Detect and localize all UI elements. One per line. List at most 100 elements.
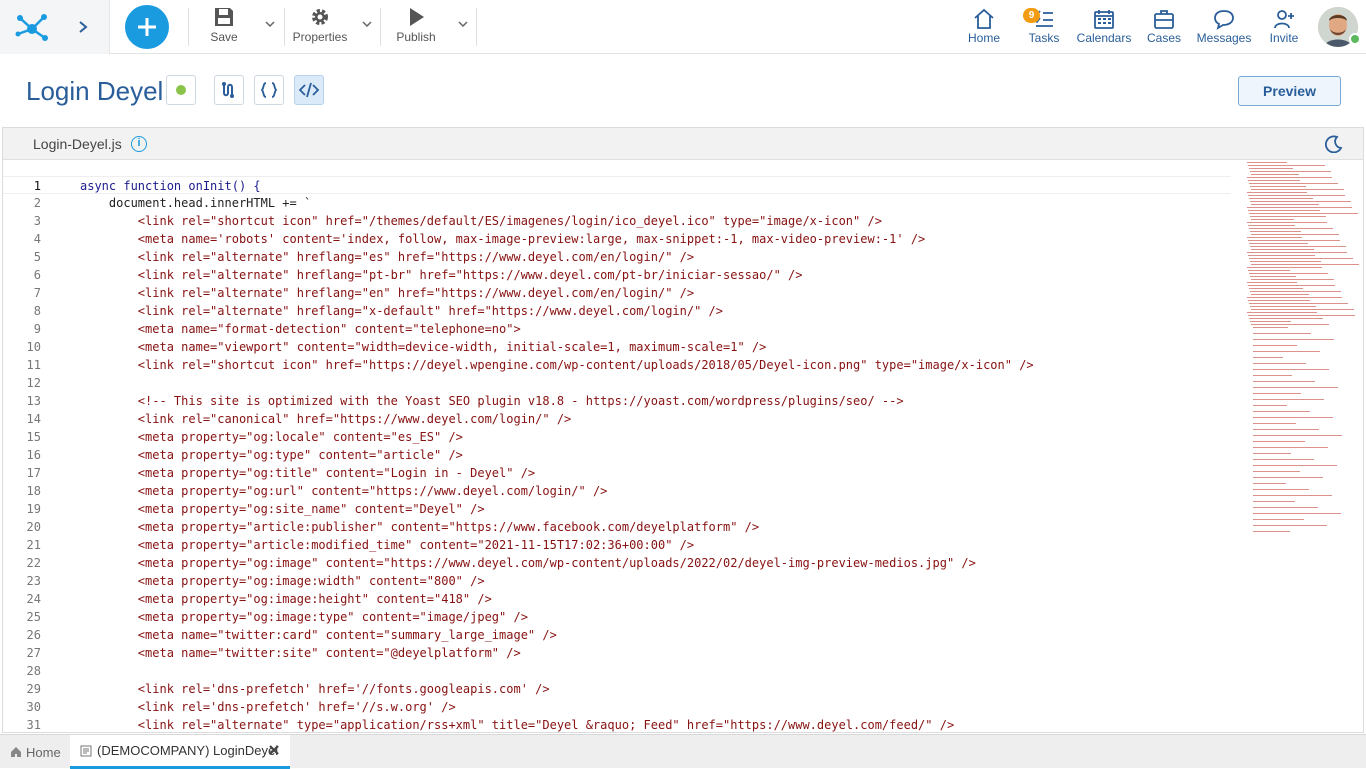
line-number: 17 (26, 466, 41, 480)
minimap-line (1249, 258, 1353, 259)
code-line[interactable]: 5 <link rel="alternate" hreflang="es" hr… (3, 248, 1231, 266)
publish-button[interactable]: Publish (394, 6, 438, 50)
line-text: <link rel="alternate" hreflang="pt-br" h… (80, 268, 803, 282)
home-icon (11, 747, 21, 757)
publish-dropdown-chevron-icon[interactable] (457, 18, 469, 30)
nav-messages[interactable]: Messages (1197, 8, 1251, 48)
nav-invite[interactable]: Invite (1268, 8, 1300, 48)
preview-button[interactable]: Preview (1238, 76, 1341, 106)
flow-view-button[interactable] (214, 75, 244, 105)
code-editor[interactable]: 1 async function onInit() {2 document.hea… (3, 176, 1231, 732)
briefcase-icon (1154, 10, 1174, 29)
code-line[interactable]: 26 <meta name="twitter:card" content="su… (3, 626, 1231, 644)
line-number: 27 (26, 646, 41, 660)
top-bar: Save Properties Publish Home Tasks 9 Cal… (0, 0, 1366, 54)
line-number: 9 (33, 322, 41, 336)
save-dropdown-chevron-icon[interactable] (264, 18, 276, 30)
line-number: 22 (26, 556, 41, 570)
code-line[interactable]: 31 <link rel="alternate" type="applicati… (3, 716, 1231, 732)
json-view-button[interactable] (254, 75, 284, 105)
code-line[interactable]: 14 <link rel="canonical" href="https://w… (3, 410, 1231, 428)
code-line[interactable]: 25 <meta property="og:image:type" conten… (3, 608, 1231, 626)
line-text: document.head.innerHTML += ` (80, 196, 312, 210)
minimap-line (1249, 303, 1348, 304)
code-line[interactable]: 6 <link rel="alternate" hreflang="pt-br"… (3, 266, 1231, 284)
line-number: 3 (33, 214, 41, 228)
minimap-line (1250, 216, 1326, 217)
minimap-line (1250, 306, 1316, 307)
line-number: 31 (26, 718, 41, 732)
minimap-line (1249, 198, 1313, 199)
code-line[interactable]: 22 <meta property="og:image" content="ht… (3, 554, 1231, 572)
line-number: 16 (26, 448, 41, 462)
code-line[interactable]: 28 (3, 662, 1231, 680)
code-line[interactable]: 30 <link rel='dns-prefetch' href='//s.w.… (3, 698, 1231, 716)
add-user-icon (1274, 10, 1294, 29)
braces-icon (260, 82, 278, 98)
info-icon[interactable]: i (131, 136, 147, 152)
code-line[interactable]: 11 <link rel="shortcut icon" href="https… (3, 356, 1231, 374)
line-text: <link rel='dns-prefetch' href='//s.w.org… (80, 700, 456, 714)
minimap-line (1247, 207, 1352, 208)
file-header: Login-Deyel.js i (3, 128, 1363, 160)
code-line[interactable]: 21 <meta property="article:modified_time… (3, 536, 1231, 554)
line-number: 30 (26, 700, 41, 714)
line-number: 2 (33, 196, 41, 210)
minimap-line (1249, 318, 1323, 319)
deyel-logo-icon[interactable] (0, 0, 66, 54)
minimap-line (1249, 273, 1328, 274)
code-line[interactable]: 15 <meta property="og:locale" content="e… (3, 428, 1231, 446)
minimap-line (1247, 297, 1342, 298)
code-line[interactable]: 2 document.head.innerHTML += ` (3, 194, 1231, 212)
dark-mode-moon-icon[interactable] (1324, 135, 1343, 154)
minimap-line (1247, 267, 1322, 268)
chat-bubble-icon (1214, 10, 1234, 30)
code-line[interactable]: 3 <link rel="shortcut icon" href="/theme… (3, 212, 1231, 230)
code-view-button[interactable] (294, 75, 324, 105)
code-line[interactable]: 20 <meta property="article:publisher" co… (3, 518, 1231, 536)
line-number: 20 (26, 520, 41, 534)
line-text: <meta name="viewport" content="width=dev… (80, 340, 767, 354)
code-line[interactable]: 8 <link rel="alternate" hreflang="x-defa… (3, 302, 1231, 320)
code-line[interactable]: 16 <meta property="og:type" content="art… (3, 446, 1231, 464)
toolbar-divider (188, 8, 189, 46)
code-line[interactable]: 13 <!-- This site is optimized with the … (3, 392, 1231, 410)
gear-icon (312, 9, 328, 25)
nav-home-label: Home (967, 31, 1000, 45)
code-line[interactable]: 9 <meta name="format-detection" content=… (3, 320, 1231, 338)
add-button[interactable] (125, 5, 169, 49)
flow-icon (222, 82, 234, 98)
minimap-line (1250, 321, 1291, 322)
code-line[interactable]: 29 <link rel='dns-prefetch' href='//font… (3, 680, 1231, 698)
properties-dropdown-chevron-icon[interactable] (361, 18, 373, 30)
minimap-line (1251, 279, 1334, 280)
save-button[interactable]: Save (206, 6, 242, 50)
nav-home[interactable]: Home (966, 8, 1002, 48)
expand-sidebar-chevron-icon[interactable] (68, 13, 98, 41)
code-line[interactable]: 7 <link rel="alternate" hreflang="en" hr… (3, 284, 1231, 302)
minimap-line (1247, 252, 1347, 253)
line-text: <meta name="twitter:site" content="@deye… (80, 646, 521, 660)
code-line[interactable]: 19 <meta property="og:site_name" content… (3, 500, 1231, 518)
tab-home[interactable]: Home (10, 735, 61, 769)
line-text: <meta name="twitter:card" content="summa… (80, 628, 557, 642)
code-line[interactable]: 17 <meta property="og:title" content="Lo… (3, 464, 1231, 482)
status-button[interactable] (166, 75, 196, 105)
code-line[interactable]: 10 <meta name="viewport" content="width=… (3, 338, 1231, 356)
code-line[interactable]: 23 <meta property="og:image:width" conte… (3, 572, 1231, 590)
code-line[interactable]: 27 <meta name="twitter:site" content="@d… (3, 644, 1231, 662)
nav-cases[interactable]: Cases (1146, 8, 1182, 48)
tab-login-deyel[interactable]: (DEMOCOMPANY) LoginDeyel (70, 735, 290, 769)
code-minimap[interactable] (1239, 160, 1359, 732)
properties-button[interactable]: Properties (290, 6, 350, 50)
code-line[interactable]: 24 <meta property="og:image:height" cont… (3, 590, 1231, 608)
page-header: Login Deyel Preview (0, 54, 1366, 126)
code-line[interactable]: 4 <meta name='robots' content='index, fo… (3, 230, 1231, 248)
code-line[interactable]: 12 (3, 374, 1231, 392)
nav-calendars[interactable]: Calendars (1077, 8, 1131, 48)
line-number: 6 (33, 268, 41, 282)
code-line[interactable]: 18 <meta property="og:url" content="http… (3, 482, 1231, 500)
minimap-line (1253, 405, 1287, 406)
close-tab-icon[interactable] (268, 744, 280, 756)
code-line[interactable]: 1 async function onInit() { (3, 176, 1231, 194)
